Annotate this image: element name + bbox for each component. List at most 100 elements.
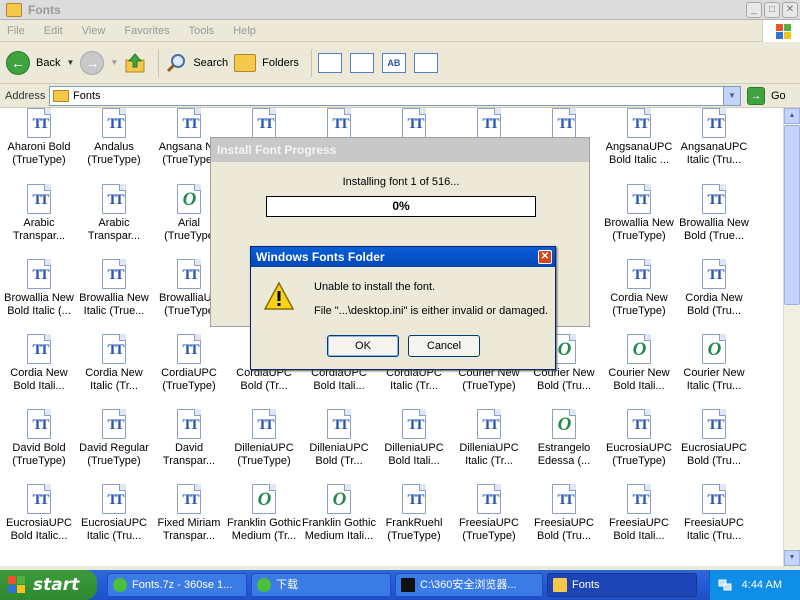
opentype-font-icon: O xyxy=(552,409,576,439)
scroll-thumb[interactable] xyxy=(784,125,800,305)
font-item[interactable]: TT Browallia New Bold Italic (... xyxy=(1,259,77,318)
truetype-font-icon: TT xyxy=(177,484,201,514)
font-item[interactable]: TT Browallia New Italic (True... xyxy=(76,259,152,318)
truetype-font-icon: TT xyxy=(402,409,426,439)
font-item[interactable]: TT DilleniaUPC (TrueType) xyxy=(226,409,302,468)
chevron-down-icon[interactable]: ▼ xyxy=(66,58,74,67)
large-icons-view-icon[interactable] xyxy=(349,52,374,73)
font-item[interactable]: O Franklin Gothic Medium (Tr... xyxy=(226,484,302,543)
font-item[interactable]: TT FreesiaUPC Bold Itali... xyxy=(601,484,677,543)
truetype-font-icon: TT xyxy=(477,409,501,439)
font-item[interactable]: TT EucrosiaUPC Bold (Tru... xyxy=(676,409,752,468)
search-button[interactable]: Search xyxy=(165,52,228,74)
font-item[interactable]: TT Aharoni Bold (TrueType) xyxy=(1,108,77,167)
toolbar: ← Back ▼ → ▼ Search Folders AB xyxy=(0,42,800,84)
up-folder-button[interactable] xyxy=(124,52,146,74)
scroll-down-icon[interactable]: ▼ xyxy=(784,550,800,566)
font-item[interactable]: O Estrangelo Edessa (... xyxy=(526,409,602,468)
font-name: Aharoni Bold xyxy=(7,141,71,153)
truetype-font-icon: TT xyxy=(27,409,51,439)
taskbar-item-7zip[interactable]: C:\360安全浏览器... xyxy=(395,573,543,597)
error-dialog: Windows Fonts Folder ✕ Unable to install… xyxy=(250,246,556,370)
taskbar-item-download[interactable]: 下载 xyxy=(251,573,391,597)
font-item[interactable]: TT EucrosiaUPC (TrueType) xyxy=(601,409,677,468)
font-item[interactable]: TT FreesiaUPC Italic (Tru... xyxy=(676,484,752,543)
scroll-up-icon[interactable]: ▲ xyxy=(784,108,800,124)
font-name: Arabic xyxy=(23,217,55,229)
font-item[interactable]: TT EucrosiaUPC Italic (Tru... xyxy=(76,484,152,543)
menu-help[interactable]: Help xyxy=(230,25,259,37)
truetype-font-icon: TT xyxy=(327,409,351,439)
font-item[interactable]: TT Cordia New (TrueType) xyxy=(601,259,677,318)
ok-button[interactable]: OK xyxy=(327,335,399,357)
font-name: Cordia New xyxy=(85,367,143,379)
font-item[interactable]: TT AngsanaUPC Italic (Tru... xyxy=(676,108,752,167)
font-item[interactable]: TT FreesiaUPC Bold (Tru... xyxy=(526,484,602,543)
vertical-scrollbar[interactable]: ▲ ▼ xyxy=(783,108,800,566)
toolbar-separator xyxy=(310,48,312,77)
network-icon[interactable] xyxy=(718,578,732,592)
go-button[interactable]: → Go xyxy=(747,86,786,105)
font-item[interactable]: TT FrankRuehl (TrueType) xyxy=(376,484,452,543)
close-button[interactable]: ✕ xyxy=(538,250,552,264)
menu-view[interactable]: View xyxy=(79,25,109,37)
folders-button[interactable]: Folders xyxy=(234,53,299,72)
7zip-icon xyxy=(401,578,415,592)
font-name: Andalus xyxy=(94,141,134,153)
opentype-font-icon: O xyxy=(252,484,276,514)
chevron-down-icon[interactable]: ▼ xyxy=(723,86,740,105)
taskbar: start Fonts.7z - 360se 1... 下载 C:\360安全浏… xyxy=(0,570,800,600)
font-item[interactable]: TT Browallia New (TrueType) xyxy=(601,184,677,243)
close-button[interactable]: ✕ xyxy=(782,1,798,18)
clock[interactable]: 4:44 AM xyxy=(742,579,782,591)
forward-button[interactable]: → ▼ xyxy=(80,50,118,75)
address-input[interactable]: Fonts ▼ xyxy=(49,85,741,106)
font-name: FreesiaUPC xyxy=(609,517,669,529)
chevron-down-icon[interactable]: ▼ xyxy=(110,58,118,67)
font-item[interactable]: TT EucrosiaUPC Bold Italic... xyxy=(1,484,77,543)
font-type: Edessa (... xyxy=(537,455,591,467)
font-item[interactable]: TT Cordia New Bold Itali... xyxy=(1,334,77,393)
font-item[interactable]: TT Arabic Transpar... xyxy=(1,184,77,243)
maximize-button[interactable]: □ xyxy=(764,1,780,18)
font-item[interactable]: TT Browallia New Bold (True... xyxy=(676,184,752,243)
list-view-icon[interactable] xyxy=(413,52,438,73)
font-item[interactable]: O Courier New Italic (Tru... xyxy=(676,334,752,393)
font-item[interactable]: TT Fixed Miriam Transpar... xyxy=(151,484,227,543)
font-type: Bold Italic ... xyxy=(609,154,669,166)
menu-tools[interactable]: Tools xyxy=(186,25,218,37)
font-item[interactable]: TT DilleniaUPC Italic (Tr... xyxy=(451,409,527,468)
font-item[interactable]: TT David Bold (TrueType) xyxy=(1,409,77,468)
menu-favorites[interactable]: Favorites xyxy=(121,25,172,37)
taskbar-item-fonts[interactable]: Fonts xyxy=(547,573,697,597)
font-item[interactable]: TT Arabic Transpar... xyxy=(76,184,152,243)
font-item[interactable]: TT David Transpar... xyxy=(151,409,227,468)
font-item[interactable]: TT Cordia New Bold (Tru... xyxy=(676,259,752,318)
font-item[interactable]: TT Andalus (TrueType) xyxy=(76,108,152,167)
font-name: Browallia New xyxy=(679,217,749,229)
font-item[interactable]: TT AngsanaUPC Bold Italic ... xyxy=(601,108,677,167)
font-item[interactable]: TT David Regular (TrueType) xyxy=(76,409,152,468)
font-item[interactable]: TT Cordia New Italic (Tr... xyxy=(76,334,152,393)
truetype-font-icon: TT xyxy=(102,484,126,514)
font-item[interactable]: O Franklin Gothic Medium Itali... xyxy=(301,484,377,543)
details-view-icon[interactable]: AB xyxy=(381,52,406,73)
back-button[interactable]: ← Back ▼ xyxy=(6,50,74,75)
address-label: Address xyxy=(5,89,46,102)
start-button[interactable]: start xyxy=(0,570,97,600)
progress-text: Installing font 1 of 516... xyxy=(342,176,460,188)
menu-file[interactable]: File xyxy=(4,25,28,37)
cancel-button[interactable]: Cancel xyxy=(408,335,480,357)
address-bar: Address Fonts ▼ → Go xyxy=(0,84,800,108)
font-item[interactable]: TT CordiaUPC (TrueType) xyxy=(151,334,227,393)
taskbar-item-fonts-7z[interactable]: Fonts.7z - 360se 1... xyxy=(107,573,247,597)
menu-edit[interactable]: Edit xyxy=(41,25,66,37)
font-item[interactable]: O Courier New Bold Itali... xyxy=(601,334,677,393)
task-label: 下载 xyxy=(276,579,298,591)
font-type: Bold (Tr... xyxy=(240,380,288,392)
font-item[interactable]: TT DilleniaUPC Bold (Tr... xyxy=(301,409,377,468)
thumbnails-view-icon[interactable] xyxy=(317,52,342,73)
font-item[interactable]: TT DilleniaUPC Bold Itali... xyxy=(376,409,452,468)
minimize-button[interactable]: _ xyxy=(746,1,762,18)
font-item[interactable]: TT FreesiaUPC (TrueType) xyxy=(451,484,527,543)
